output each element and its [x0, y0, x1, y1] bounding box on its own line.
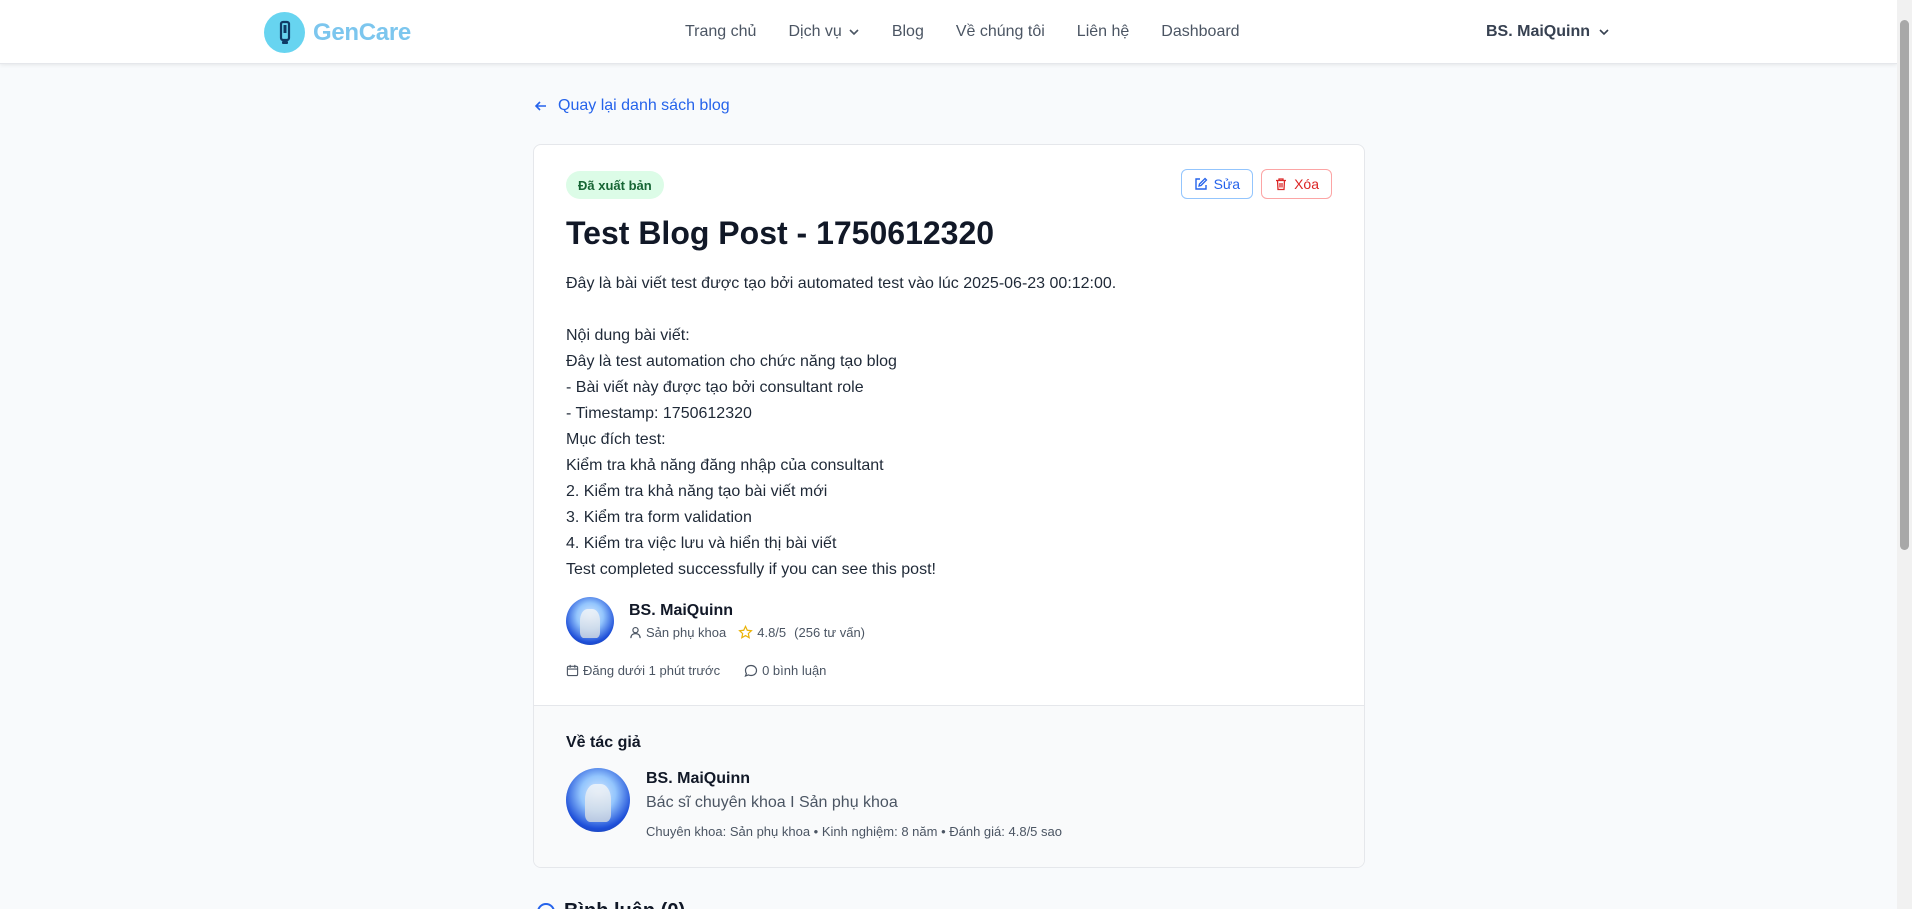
specialty-label: Sản phụ khoa [646, 625, 727, 640]
content-line: Kiểm tra khả năng đăng nhập của consulta… [566, 457, 884, 474]
author-info: BS. MaiQuinn Sản phụ khoa 4.8/5 (256 tư … [566, 597, 865, 645]
comments-heading-label: Bình luận (0) [564, 900, 685, 909]
content-line: Nội dung bài viết: [566, 327, 690, 344]
nav-contact[interactable]: Liên hệ [1077, 23, 1130, 41]
post-actions: Sửa Xóa [1180, 169, 1332, 199]
delete-label: Xóa [1294, 176, 1319, 192]
content-line: 2. Kiểm tra khả năng tạo bài viết mới [566, 483, 828, 500]
blog-post-card: Đã xuất bản Sửa Xóa Test Blog Post - 175… [533, 144, 1365, 868]
top-navbar: GenCare Trang chủ Dịch vụ Blog Về chúng … [0, 0, 1897, 64]
page-scrollbar[interactable] [1897, 0, 1912, 909]
user-menu[interactable]: BS. MaiQuinn [1486, 0, 1610, 64]
comment-count-label: 0 bình luận [762, 663, 827, 678]
author-rating: 4.8/5 (256 tư vấn) [738, 625, 865, 640]
about-author-section: Về tác giả BS. MaiQuinn Bác sĩ chuyên kh… [534, 705, 1364, 867]
comment-count[interactable]: 0 bình luận [744, 663, 826, 678]
about-author-avatar[interactable] [566, 768, 630, 832]
logo-text: GenCare [313, 18, 411, 46]
back-to-blog-list-link[interactable]: Quay lại danh sách blog [534, 97, 730, 115]
consult-count: (256 tư vấn) [794, 625, 866, 640]
content-line: Đây là test automation cho chức năng tạo… [566, 353, 897, 370]
about-author-details: Chuyên khoa: Sản phụ khoa • Kinh nghiệm:… [646, 824, 1062, 839]
comment-icon [537, 902, 555, 909]
arrow-left-icon [534, 101, 546, 111]
about-author-name: BS. MaiQuinn [646, 770, 750, 787]
scrollbar-thumb[interactable] [1900, 20, 1909, 550]
content-line: 3. Kiểm tra form validation [566, 509, 752, 526]
nav-about[interactable]: Về chúng tôi [956, 23, 1045, 41]
delete-button[interactable]: Xóa [1261, 169, 1332, 199]
content-line: Mục đích test: [566, 431, 666, 448]
author-name[interactable]: BS. MaiQuinn [629, 602, 865, 620]
logo-icon [264, 12, 305, 53]
star-icon [738, 625, 754, 639]
content-line: Test completed successfully if you can s… [566, 561, 936, 578]
chevron-down-icon [1599, 29, 1609, 36]
content-line [566, 297, 1116, 323]
published-time: Đăng dưới 1 phút trước [566, 663, 720, 678]
post-content: Đây là bài viết test được tạo bởi automa… [566, 271, 1116, 583]
about-author-role: Bác sĩ chuyên khoa I Sản phụ khoa [646, 794, 898, 811]
comment-icon [744, 664, 758, 677]
trash-icon [1276, 178, 1287, 191]
author-specialty: Sản phụ khoa [629, 625, 726, 640]
author-avatar[interactable] [566, 597, 614, 645]
nav-services-label: Dịch vụ [788, 23, 842, 40]
edit-icon [1194, 177, 1207, 190]
content-line: 4. Kiểm tra việc lưu và hiển thị bài viế… [566, 535, 837, 552]
user-icon [630, 626, 641, 639]
user-name: BS. MaiQuinn [1486, 23, 1590, 40]
nav-home[interactable]: Trang chủ [685, 23, 756, 41]
post-title: Test Blog Post - 1750612320 [566, 215, 995, 251]
nav-services[interactable]: Dịch vụ [788, 23, 859, 41]
status-badge: Đã xuất bản [566, 171, 664, 199]
published-label: Đăng dưới 1 phút trước [583, 663, 721, 678]
rating-value: 4.8/5 [757, 625, 787, 640]
edit-label: Sửa [1213, 176, 1241, 192]
chevron-down-icon [849, 29, 859, 36]
main-nav: Trang chủ Dịch vụ Blog Về chúng tôi Liên… [685, 0, 1240, 64]
back-link-label: Quay lại danh sách blog [558, 97, 730, 114]
comments-section-heading: Bình luận (0) [536, 900, 685, 909]
about-author-heading: Về tác giả [566, 734, 641, 751]
content-line: - Timestamp: 1750612320 [566, 405, 752, 422]
calendar-icon [566, 664, 579, 677]
content-line: - Bài viết này được tạo bởi consultant r… [566, 379, 864, 396]
logo[interactable]: GenCare [264, 12, 411, 53]
content-line: Đây là bài viết test được tạo bởi automa… [566, 275, 1117, 292]
nav-blog[interactable]: Blog [892, 23, 924, 41]
nav-dashboard[interactable]: Dashboard [1161, 23, 1239, 41]
post-stats: Đăng dưới 1 phút trước 0 bình luận [566, 663, 826, 678]
edit-button[interactable]: Sửa [1180, 169, 1254, 199]
